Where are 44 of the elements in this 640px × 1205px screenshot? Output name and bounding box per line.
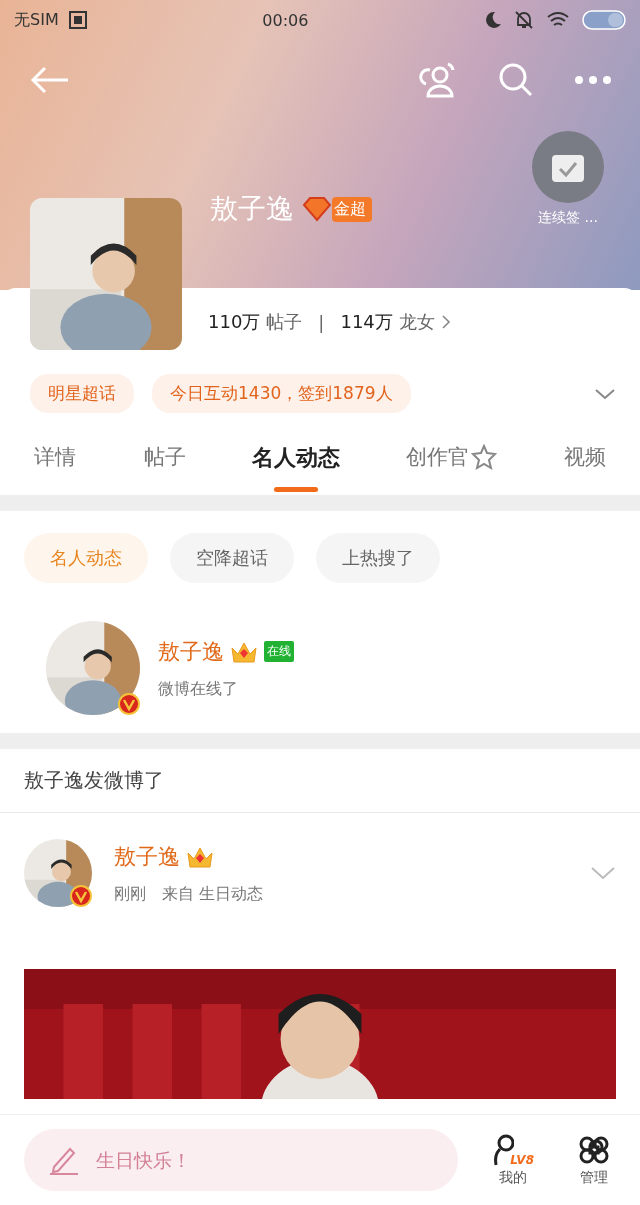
tab[interactable]: 帖子 [142, 443, 187, 495]
stat-value: 114万 [340, 310, 393, 334]
chevron-right-icon[interactable] [440, 314, 451, 330]
level-badge: 金超 [332, 196, 372, 222]
post-source: 来自 生日动态 [162, 883, 264, 905]
stat-label[interactable]: 帖子 [266, 310, 303, 334]
filter-chip[interactable]: 上热搜了 [316, 533, 440, 583]
online-badge: 在线 [264, 641, 294, 662]
tab[interactable]: 名人动态 [252, 443, 341, 495]
separator: | [318, 311, 325, 333]
tab[interactable]: 详情 [32, 443, 77, 495]
stat-label[interactable]: 龙女 [398, 310, 435, 334]
mute-bell-icon [514, 10, 534, 30]
diamond-icon [302, 196, 332, 222]
tab[interactable]: 创作官 [406, 443, 498, 495]
wifi-icon [546, 11, 570, 29]
topic-tag: 今日互动1430，签到1879人 [152, 374, 411, 413]
filter-chip[interactable]: 空降超话 [170, 533, 294, 583]
pen-icon [48, 1145, 80, 1175]
user-name[interactable]: 敖子逸 [158, 636, 224, 667]
chevron-down-icon[interactable] [594, 387, 616, 400]
sim-icon [68, 11, 87, 29]
moon-icon [484, 11, 502, 29]
clock-text: 00:06 [262, 10, 309, 30]
filter-chip[interactable]: 名人动态 [24, 533, 148, 583]
section-title: 敖子逸发微博了 [0, 749, 640, 813]
topic-name: 敖子逸 [210, 191, 294, 227]
back-icon[interactable] [30, 65, 70, 95]
carrier-text: 无SIM [14, 9, 59, 31]
search-icon[interactable] [498, 62, 534, 98]
tab-bar-button[interactable]: 管理 [568, 1133, 620, 1187]
tab[interactable]: 视频 [563, 443, 608, 495]
stat-value: 110万 [208, 310, 261, 334]
comment-field[interactable]: 生日快乐！ [24, 1129, 459, 1191]
post-time: 刚刚 [114, 883, 146, 905]
more-icon[interactable] [574, 75, 612, 85]
user-name[interactable]: 敖子逸 [114, 841, 180, 872]
chevron-down-icon[interactable] [590, 866, 616, 880]
battery-icon [582, 10, 626, 30]
status-text: 微博在线了 [158, 678, 239, 700]
topic-tag: 明星超话 [30, 374, 134, 413]
tab-bar-button[interactable]: LV8 我的 [484, 1133, 542, 1187]
verified-icon [118, 693, 140, 715]
verified-icon [70, 885, 92, 907]
